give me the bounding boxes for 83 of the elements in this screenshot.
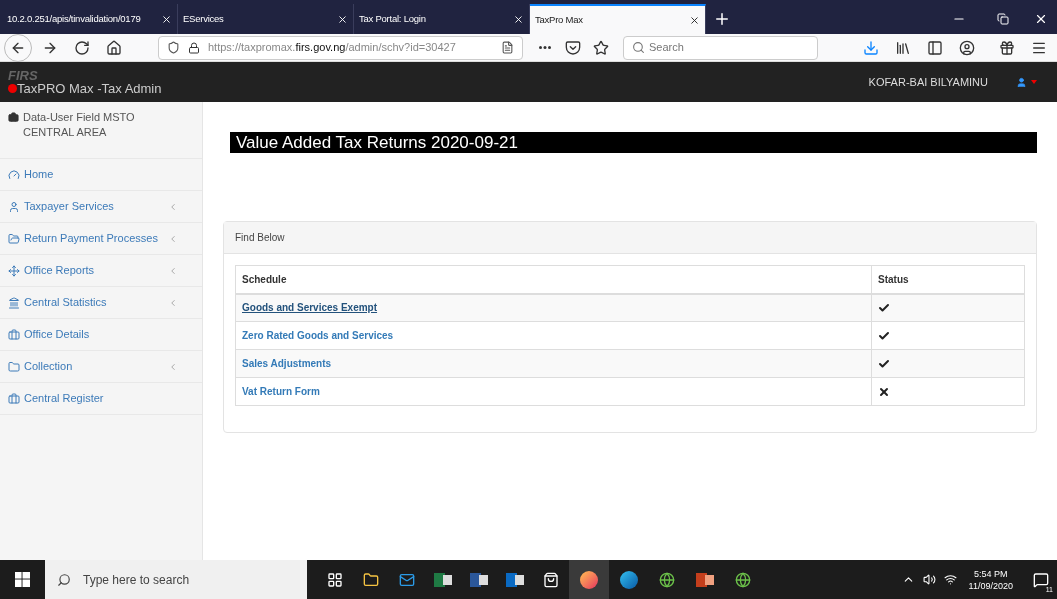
tab-title: EServices bbox=[183, 11, 225, 26]
windows-logo-icon bbox=[15, 572, 30, 587]
user-name: KOFAR-BAI BILYAMINU bbox=[868, 74, 988, 90]
globe-app-icon bbox=[735, 571, 751, 588]
spreadsheet-app-icon bbox=[434, 571, 452, 588]
edge-icon bbox=[620, 570, 638, 589]
sidebar-item[interactable]: Office Reports bbox=[0, 255, 202, 287]
sidebar-item[interactable]: Collection bbox=[0, 351, 202, 383]
schedule-link[interactable]: Sales Adjustments bbox=[242, 358, 332, 369]
schedule-link[interactable]: Zero Rated Goods and Services bbox=[242, 330, 394, 341]
briefcase-icon bbox=[8, 328, 20, 341]
tab-title: TaxPro Max bbox=[535, 12, 584, 27]
home-icon bbox=[106, 39, 122, 56]
tab-title: Tax Portal: Login bbox=[359, 11, 427, 26]
download-icon bbox=[863, 39, 879, 56]
user-menu-button[interactable] bbox=[1016, 76, 1037, 88]
taskbar-search-field[interactable]: Type here to search bbox=[45, 560, 307, 599]
schedule-link[interactable]: Goods and Services Exempt bbox=[242, 302, 378, 314]
notification-icon bbox=[1033, 571, 1049, 588]
clock-date: 11/09/2020 bbox=[968, 579, 1013, 592]
volume-icon bbox=[922, 573, 936, 586]
globe-app-icon bbox=[659, 571, 675, 588]
firefox-icon bbox=[580, 570, 598, 589]
user-icon bbox=[1016, 76, 1027, 88]
sidebar-item[interactable]: Taxpayer Services bbox=[0, 191, 202, 223]
sidebar-item[interactable]: Home bbox=[0, 159, 202, 191]
panel-heading: Find Below bbox=[224, 222, 1036, 254]
library-icon bbox=[895, 39, 911, 56]
more-icon bbox=[539, 46, 551, 49]
search-field[interactable]: Search bbox=[623, 35, 818, 60]
arrows-icon bbox=[8, 264, 20, 277]
reader-view-icon bbox=[501, 41, 514, 54]
presentation-app-icon bbox=[696, 571, 714, 588]
sidebar-item[interactable]: Central Statistics bbox=[0, 287, 202, 319]
search-icon bbox=[632, 41, 645, 54]
gift-icon bbox=[999, 39, 1015, 56]
search-placeholder: Search bbox=[649, 40, 684, 56]
document-app-icon bbox=[470, 571, 488, 588]
lock-icon bbox=[188, 41, 200, 54]
browser-button[interactable] bbox=[569, 560, 609, 599]
column-header: Schedule bbox=[235, 265, 872, 294]
reload-icon bbox=[74, 39, 90, 56]
address-bar[interactable]: https://taxpromax.firs.gov.ng/admin/schv?id=30427 bbox=[158, 35, 523, 60]
search-placeholder: Type here to search bbox=[83, 571, 190, 589]
url-text: https://taxpromax.firs.gov.ng/admin/schv?id=30427 bbox=[208, 40, 457, 56]
page-title: Value Added Tax Returns 2020-09-21 bbox=[230, 132, 1037, 153]
shield-icon bbox=[167, 41, 180, 54]
browser-tab[interactable]: TaxPro Max bbox=[530, 4, 706, 34]
open-folder-icon bbox=[8, 232, 20, 245]
close-icon[interactable] bbox=[337, 13, 348, 25]
close-icon[interactable] bbox=[513, 13, 524, 25]
plus-icon bbox=[713, 10, 731, 28]
office-name: Data-User Field MSTO CENTRAL AREA bbox=[23, 110, 136, 140]
schedule-link[interactable]: Vat Return Form bbox=[242, 386, 320, 397]
column-header: Status bbox=[871, 265, 1025, 294]
close-icon[interactable] bbox=[161, 13, 172, 25]
sidebar-item[interactable]: Central Register bbox=[0, 383, 202, 415]
folder-icon bbox=[8, 360, 20, 373]
network-icon bbox=[943, 573, 957, 586]
clock-time: 5:54 PM bbox=[974, 567, 1008, 580]
email-app-icon bbox=[506, 571, 524, 588]
task-view-icon bbox=[327, 571, 343, 588]
mail-icon bbox=[399, 571, 415, 588]
bank-icon bbox=[8, 296, 20, 309]
user-icon bbox=[8, 200, 20, 213]
app-title: TaxPRO Max -Tax Admin bbox=[17, 82, 162, 95]
briefcase-icon bbox=[8, 392, 20, 405]
close-icon[interactable] bbox=[689, 14, 700, 26]
account-icon bbox=[959, 39, 975, 56]
sidebar-item[interactable]: Return Payment Processes bbox=[0, 223, 202, 255]
star-icon bbox=[593, 39, 609, 56]
sidebar-icon bbox=[927, 39, 943, 56]
restore-icon bbox=[997, 13, 1009, 25]
sidebar-item[interactable]: Office Details bbox=[0, 319, 202, 351]
file-explorer-icon bbox=[363, 571, 379, 588]
dashboard-icon bbox=[8, 168, 20, 181]
search-icon bbox=[57, 572, 71, 587]
close-icon bbox=[1034, 12, 1048, 26]
tab-title: 10.2.0.251/apis/tinvalidation/0179 bbox=[7, 11, 142, 26]
logo-text: FIRS bbox=[8, 69, 39, 82]
pocket-icon bbox=[565, 39, 581, 56]
store-icon bbox=[543, 571, 559, 588]
briefcase-icon bbox=[8, 112, 19, 123]
